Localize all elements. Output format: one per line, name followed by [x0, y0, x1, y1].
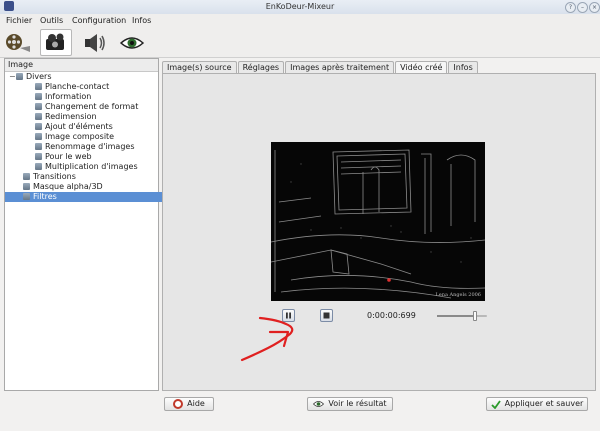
help-window-icon[interactable]: ? — [565, 2, 576, 13]
title-bar: EnKoDeur-Mixeur ? – × — [0, 0, 600, 15]
tree-item-label: Masque alpha/3D — [33, 182, 103, 191]
tree-item-label: Ajout d'éléments — [45, 122, 113, 131]
preview-button[interactable]: Voir le résultat — [307, 397, 393, 411]
sidebar-header: Image — [5, 59, 158, 72]
eye-icon — [313, 401, 325, 407]
video-preview[interactable]: Lena Angels 2006 — [271, 142, 485, 301]
sidebar: Image − Divers Planche-contact Informatio… — [4, 58, 176, 391]
tree-item-ajout-elements[interactable]: Ajout d'éléments — [5, 122, 188, 132]
tree-item-label: Filtres — [33, 192, 57, 201]
tree-item-filtres[interactable]: Filtres — [5, 192, 176, 202]
timecode-display: 0:00:00:699 — [367, 311, 416, 320]
tree-item-multiplication[interactable]: Multiplication d'images — [5, 162, 188, 172]
video-tool-button[interactable] — [2, 29, 34, 56]
tab-bar: Image(s) source Réglages Images après tr… — [162, 61, 479, 74]
tree-view: − Divers Planche-contact Information Chan… — [5, 72, 176, 390]
volume-slider[interactable] — [437, 311, 487, 321]
tree-item-transitions[interactable]: Transitions — [5, 172, 176, 182]
tree-item-label: Renommage d'images — [45, 142, 135, 151]
watermark-text: Lena Angels 2006 — [435, 292, 481, 298]
projector-icon — [46, 33, 64, 50]
folder-icon — [16, 73, 23, 80]
main-panel: Image(s) source Réglages Images après tr… — [162, 58, 596, 391]
tree-item-changement-format[interactable]: Changement de format — [5, 102, 188, 112]
view-tool-button[interactable] — [116, 29, 148, 56]
close-icon[interactable]: × — [589, 2, 600, 13]
tree-item-label: Changement de format — [45, 102, 139, 111]
minimize-icon[interactable]: – — [577, 2, 588, 13]
film-reel-icon — [6, 33, 30, 52]
preview-button-label: Voir le résultat — [328, 399, 387, 408]
tree-item-redimension[interactable]: Redimension — [5, 112, 188, 122]
node-icon — [35, 113, 42, 120]
tree-item-label: Redimension — [45, 112, 97, 121]
annotation-arrow-icon — [240, 316, 294, 362]
folder-icon — [23, 193, 30, 200]
volume-slider-fill — [437, 315, 475, 317]
node-icon — [35, 143, 42, 150]
tree-item-label: Information — [45, 92, 92, 101]
speaker-icon — [85, 33, 105, 52]
node-icon — [35, 163, 42, 170]
audio-tool-button[interactable] — [78, 29, 110, 56]
node-icon — [35, 133, 42, 140]
tree-item-label: Divers — [26, 72, 52, 81]
node-icon — [35, 153, 42, 160]
tree-item-label: Multiplication d'images — [45, 162, 138, 171]
tree-item-image-composite[interactable]: Image composite — [5, 132, 188, 142]
eye-icon — [119, 36, 145, 49]
lifebuoy-icon — [173, 399, 184, 409]
window-title: EnKoDeur-Mixeur — [265, 2, 335, 11]
toolbar — [0, 28, 600, 58]
node-icon — [35, 93, 42, 100]
tree-item-divers[interactable]: − Divers — [5, 72, 158, 82]
folder-icon — [23, 183, 30, 190]
checkmark-icon — [491, 399, 501, 409]
tree-item-label: Planche-contact — [45, 82, 110, 91]
menu-configuration[interactable]: Configuration — [72, 16, 126, 25]
tree-item-label: Pour le web — [45, 152, 92, 161]
stop-button[interactable] — [320, 309, 333, 322]
image-tool-button[interactable] — [40, 29, 72, 56]
tree-item-label: Transitions — [33, 172, 76, 181]
volume-slider-handle[interactable] — [472, 311, 477, 321]
menu-outils[interactable]: Outils — [40, 16, 63, 25]
tree-item-planche-contact[interactable]: Planche-contact — [5, 82, 188, 92]
tree-item-renommage[interactable]: Renommage d'images — [5, 142, 188, 152]
apply-save-button-label: Appliquer et sauver — [504, 399, 584, 408]
tree-item-label: Image composite — [45, 132, 115, 141]
node-icon — [35, 103, 42, 110]
node-icon — [35, 123, 42, 130]
apply-save-button[interactable]: Appliquer et sauver — [486, 397, 588, 411]
collapse-icon[interactable]: − — [9, 72, 16, 82]
tree-item-masque-alpha[interactable]: Masque alpha/3D — [5, 182, 176, 192]
menu-infos[interactable]: Infos — [132, 16, 151, 25]
video-frame-image — [271, 142, 485, 301]
tree-item-pour-le-web[interactable]: Pour le web — [5, 152, 188, 162]
menu-fichier[interactable]: Fichier — [6, 16, 32, 25]
folder-icon — [23, 173, 30, 180]
tab-content: Lena Angels 2006 0:00:00:699 — [162, 73, 596, 391]
node-icon — [35, 83, 42, 90]
help-button[interactable]: Aide — [164, 397, 214, 411]
stop-icon — [323, 312, 330, 319]
tree-item-information[interactable]: Information — [5, 92, 188, 102]
help-button-label: Aide — [187, 399, 205, 408]
menu-bar: Fichier Outils Configuration Infos — [0, 14, 600, 28]
